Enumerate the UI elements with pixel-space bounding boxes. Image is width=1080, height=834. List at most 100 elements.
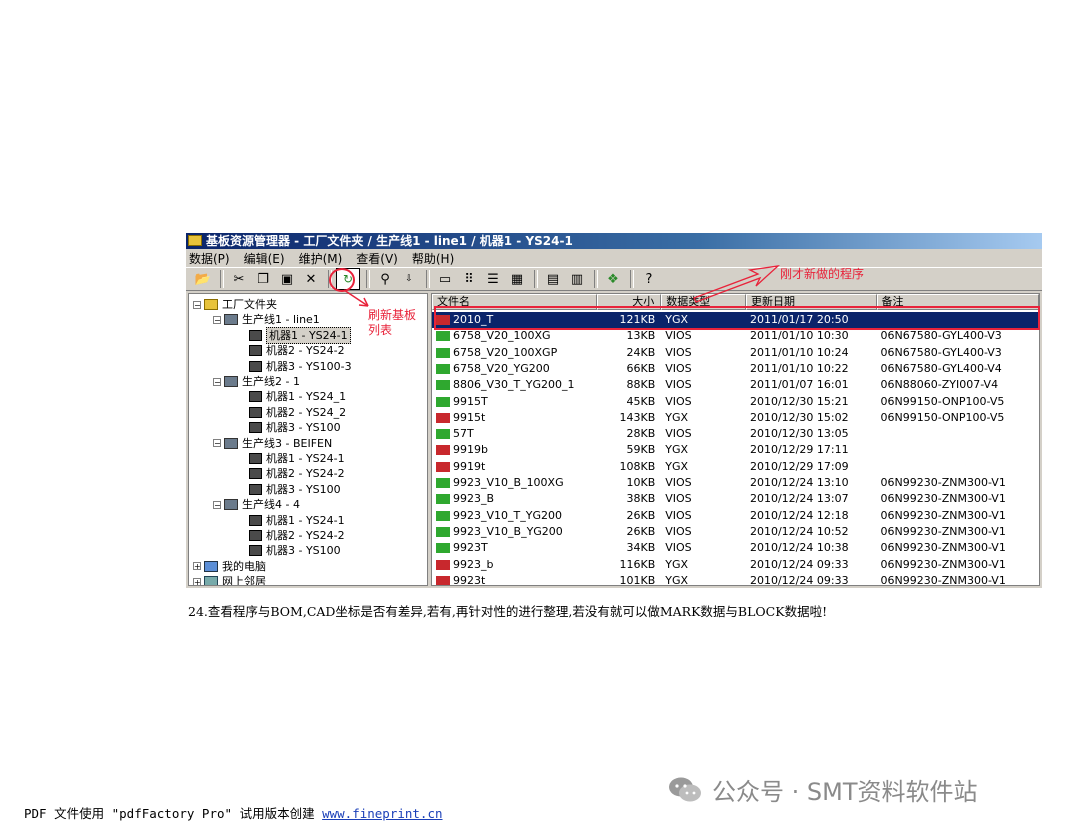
file-name-cell: 9919b (432, 442, 597, 458)
cut-button[interactable]: ✂ (228, 269, 250, 289)
machine-icon (249, 406, 262, 418)
file-size: 24KB (626, 345, 656, 359)
cut-icon: ✂ (233, 271, 245, 287)
tree-node[interactable]: − 生产线3 - BEIFEN (213, 436, 332, 451)
tree-node[interactable]: − 生产线2 - 1 (213, 374, 300, 389)
file-row[interactable]: 9923_V10_B_YG200 26KB VIOS 2010/12/24 10:52… (432, 524, 1039, 540)
file-size: 10KB (626, 476, 656, 489)
tree-node[interactable]: 机器1 - YS24-1 (249, 513, 345, 528)
convert-button[interactable]: ⇩ (398, 269, 420, 289)
machine-icon (249, 360, 262, 372)
file-row[interactable]: 57T 28KB VIOS 2010/12/30 13:05 (432, 426, 1039, 442)
file-row[interactable]: 9923_b 116KB YGX 2010/12/24 09:33 06N99230-Z… (432, 557, 1039, 573)
tree-node-label: 机器3 - YS100 (266, 482, 341, 496)
file-row[interactable]: 9923_B 38KB VIOS 2010/12/24 13:07 06N99230-Z… (432, 491, 1039, 507)
properties-button[interactable]: ▤ (542, 269, 564, 289)
file-note (877, 459, 1039, 475)
file-date: 2010/12/24 10:38 (749, 541, 849, 555)
open-folder-button[interactable]: 📂 (192, 269, 214, 289)
copy-button[interactable]: ❐ (252, 269, 274, 289)
tree-node[interactable]: 机器1 - YS24-1 (249, 451, 345, 466)
file-row[interactable]: 9919b 59KB YGX 2010/12/29 17:11 (432, 442, 1039, 458)
tree-node[interactable]: − 生产线1 - line1 (213, 312, 320, 327)
file-name: 9923_B (453, 492, 495, 506)
menu-maintain[interactable]: 维护(M) (299, 250, 343, 267)
menu-view[interactable]: 查看(V) (356, 250, 398, 267)
tree-node[interactable]: 机器2 - YS24-2 (249, 343, 345, 358)
help-icon: ? (645, 271, 653, 287)
delete-button[interactable]: ✕ (300, 269, 322, 289)
file-name: 6758_V20_100XG (453, 329, 551, 343)
report-icon: ▥ (570, 271, 584, 287)
watermark: 公众号 · SMT资料软件站 (668, 772, 978, 807)
tree-node[interactable]: + 网上邻居 (193, 574, 266, 585)
tree-node[interactable]: 机器1 - YS24_1 (249, 389, 346, 404)
file-row[interactable]: 9915T 45KB VIOS 2010/12/30 15:21 06N99150-ON… (432, 394, 1039, 410)
tree-node[interactable]: 机器3 - YS100 (249, 543, 341, 558)
machine-icon (249, 483, 262, 495)
tree-node[interactable]: 机器1 - YS24-1 (249, 326, 351, 344)
file-row[interactable]: 9923T 34KB VIOS 2010/12/24 10:38 06N99230-ZN… (432, 540, 1039, 556)
large-icons-button[interactable]: ▭ (434, 269, 456, 289)
file-row[interactable]: 6758_V20_100XG 13KB VIOS 2011/01/10 10:30 06… (432, 328, 1039, 344)
collapse-icon[interactable]: − (213, 377, 221, 386)
tree-node-label: 生产线4 - 4 (242, 498, 300, 512)
footer-link[interactable]: www.fineprint.cn (322, 806, 442, 821)
properties-icon: ▤ (546, 271, 560, 287)
file-note: 06N88060-ZYI007-V4 (880, 378, 999, 392)
machine-icon (249, 530, 262, 541)
collapse-icon[interactable]: − (213, 500, 221, 509)
file-note: 06N99230-ZNM300-V1 (880, 557, 1006, 571)
tree-node[interactable]: 机器3 - YS100-3 (249, 359, 352, 374)
report-button[interactable]: ▥ (566, 269, 588, 289)
file-name-cell: 6758_V20_100XG (432, 328, 597, 344)
file-row[interactable]: 9919t 108KB YGX 2010/12/29 17:09 (432, 459, 1039, 475)
toolbar-separator (426, 270, 430, 288)
small-icons-button[interactable]: ⠿ (458, 269, 480, 289)
file-name: 9923_V10_B_YG200 (453, 524, 563, 538)
file-size: 59KB (626, 443, 656, 457)
file-name-cell: 9923_b (432, 557, 597, 573)
title-bar: 基板资源管理器 - 工厂文件夹 / 生产线1 - line1 / 机器1 - Y… (186, 233, 1042, 249)
menu-help[interactable]: 帮助(H) (412, 250, 454, 267)
file-row[interactable]: 9915t 143KB YGX 2010/12/30 15:02 06N99150-ON… (432, 410, 1039, 426)
find-button[interactable]: ⚲ (374, 269, 396, 289)
toolbar-separator (534, 270, 538, 288)
menu-edit[interactable]: 编辑(E) (244, 250, 285, 267)
details-view-button[interactable]: ▦ (506, 269, 528, 289)
tools-button[interactable]: ❖ (602, 269, 624, 289)
collapse-icon[interactable]: − (193, 300, 201, 309)
paste-button[interactable]: ▣ (276, 269, 298, 289)
file-size: 88KB (626, 378, 656, 392)
expand-icon[interactable]: + (193, 562, 201, 571)
file-list: 文件名 大小 数据类型 更新日期 备注 2010_T 121KB YGX 2011/0… (431, 293, 1040, 586)
delete-icon: ✕ (305, 271, 317, 287)
file-row[interactable]: 9923t 101KB YGX 2010/12/24 09:33 06N99230-ZN… (432, 573, 1039, 586)
app-folder-icon (188, 235, 202, 246)
tree-node[interactable]: 机器2 - YS24-2 (249, 528, 345, 543)
computer-icon (204, 560, 218, 572)
window-title: 基板资源管理器 - 工厂文件夹 / 生产线1 - line1 / 机器1 - Y… (206, 234, 573, 248)
tree-node[interactable]: 机器3 - YS100 (249, 420, 341, 435)
tree-node[interactable]: 机器2 - YS24-2 (249, 466, 345, 481)
file-date: 2011/01/10 10:24 (749, 345, 849, 359)
collapse-icon[interactable]: − (213, 315, 221, 324)
tree-node[interactable]: 机器2 - YS24_2 (249, 405, 346, 420)
tree-node[interactable]: − 工厂文件夹 (193, 297, 277, 312)
file-row[interactable]: 9923_V10_B_100XG 10KB VIOS 2010/12/24 13:10… (432, 475, 1039, 491)
tree-node[interactable]: − 生产线4 - 4 (213, 497, 300, 512)
file-row[interactable]: 6758_V20_100XGP 24KB VIOS 2011/01/10 10:24 0… (432, 345, 1039, 361)
file-row[interactable]: 6758_V20_YG200 66KB VIOS 2011/01/10 10:22 06… (432, 361, 1039, 377)
file-type: VIOS (665, 378, 692, 392)
expand-icon[interactable]: + (193, 577, 201, 585)
tree-node[interactable]: + 我的电脑 (193, 559, 266, 574)
tree-node[interactable]: 机器3 - YS100 (249, 482, 341, 497)
file-type: YGX (665, 573, 689, 586)
file-row[interactable]: 9923_V10_T_YG200 26KB VIOS 2010/12/24 12:18… (432, 508, 1039, 524)
tree-node-label: 工厂文件夹 (222, 298, 277, 311)
collapse-icon[interactable]: − (213, 439, 221, 448)
file-row[interactable]: 8806_V30_T_YG200_1 88KB VIOS 2011/01/07 16:… (432, 377, 1039, 393)
list-view-button[interactable]: ☰ (482, 269, 504, 289)
menu-data[interactable]: 数据(P) (189, 250, 230, 267)
help-button[interactable]: ? (638, 269, 660, 289)
